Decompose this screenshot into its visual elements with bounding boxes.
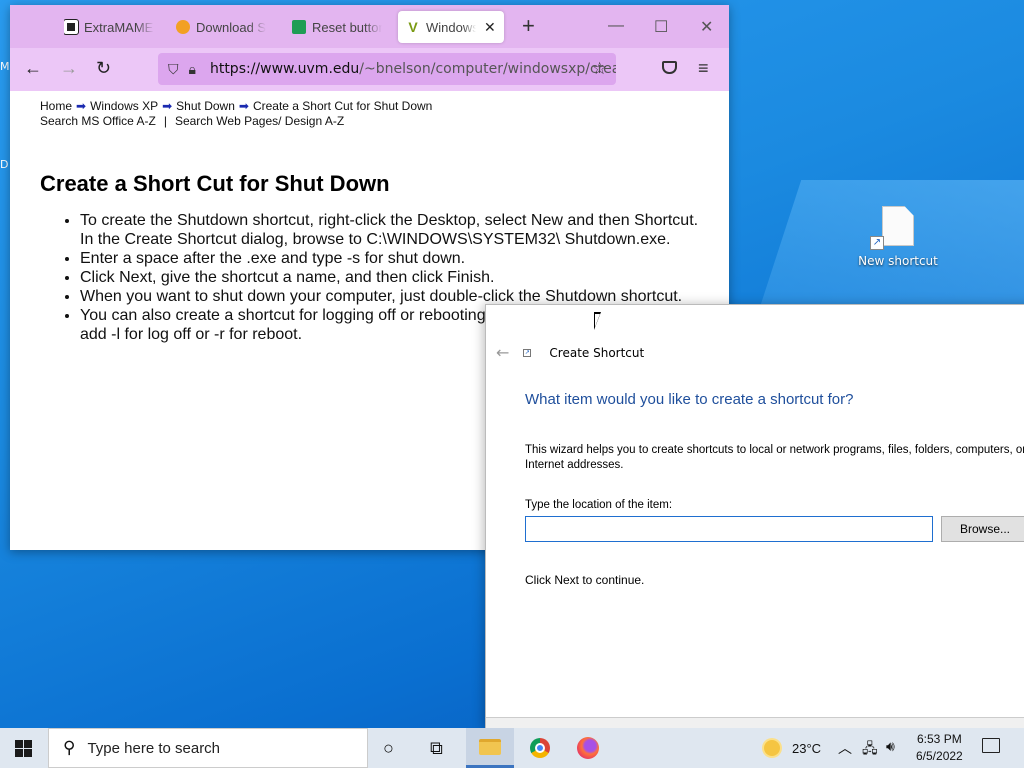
maximize-button[interactable]: ☐ [654,17,668,37]
hamburger-menu-icon[interactable]: ≡ [698,58,709,79]
create-shortcut-dialog: ← ↗ Create Shortcut What item would you … [485,304,1024,729]
chrome-icon [530,738,550,758]
weather-widget[interactable]: 23°C [764,728,821,768]
new-tab-button[interactable]: + [522,15,535,37]
extramame-favicon-icon [64,19,79,35]
list-item: Enter a space after the .exe and type -s… [80,249,699,268]
lock-icon[interactable]: 🔒︎ [189,61,196,78]
back-arrow-icon[interactable]: ← [496,343,509,362]
next-hint: Click Next to continue. [525,573,645,587]
search-icon: ⚲ [63,738,76,757]
weather-sun-icon [764,740,780,756]
network-icon[interactable]: 🖧︎ [862,738,878,762]
cortana-icon[interactable]: ○ [383,738,394,759]
shortcut-file-icon [882,206,914,246]
desktop-icon-label-partial: D [0,158,9,171]
url-host: https://www.uvm.edu [209,61,360,77]
tab-reset-button[interactable]: Reset button [292,11,382,43]
location-label: Type the location of the item: [525,499,673,511]
tab-label: ExtraMAME 2 [84,19,154,35]
dialog-title: Create Shortcut [549,345,645,360]
shortcut-wizard-icon: ↗ [523,348,532,357]
url-bar[interactable]: ⛉ 🔒︎ https://www.uvm.edu/~bnelson/comput… [158,53,616,85]
bookmark-star-icon[interactable]: ☆ [592,59,607,79]
taskbar-search[interactable]: ⚲ Type here to search [48,728,368,768]
nav-bar: ← → ↻ ⛉ 🔒︎ https://www.uvm.edu/~bnelson/… [10,48,729,91]
arrow-right-icon: ➡ [76,99,87,113]
list-item: Click Next, give the shortcut a name, an… [80,268,699,287]
desktop-icon-label-partial: M [0,60,10,73]
tab-extramame[interactable]: ExtraMAME 2 [64,11,154,43]
back-button[interactable]: ← [24,58,42,79]
folder-icon [479,738,501,755]
download-favicon-icon [176,20,190,34]
firefox-icon [577,737,599,759]
clock-date: 6/5/2022 [916,749,963,763]
chrome-button[interactable] [516,728,564,768]
mouse-cursor-icon [594,312,601,330]
pocket-icon[interactable] [662,61,677,74]
close-window-button[interactable]: ✕ [700,17,713,37]
firefox-button[interactable] [564,728,612,768]
dialog-description: This wizard helps you to create shortcut… [525,444,1024,471]
link-search-web-pages[interactable]: Search Web Pages/ Design A-Z [175,114,344,128]
url-path: /~bnelson/computer/windowsxp/creat [359,61,616,77]
task-view-icon[interactable]: ⧉ [430,738,443,759]
list-item: To create the Shutdown shortcut, right-c… [80,211,699,249]
shield-icon[interactable]: ⛉ [168,61,179,78]
breadcrumb-home[interactable]: Home [40,99,72,113]
clock-time: 6:53 PM [917,732,962,746]
tab-label: Download Sc [196,19,266,35]
dialog-question: What item would you like to create a sho… [525,391,854,408]
taskbar: ⚲ Type here to search ○ ⧉ 23°C ︿ 🖧︎ 🔊︎ 6… [0,728,1024,768]
file-explorer-button[interactable] [466,728,514,768]
breadcrumb-windows-xp[interactable]: Windows XP [90,99,158,113]
location-input[interactable] [525,516,933,542]
tab-bar: ExtraMAME 2 Download Sc Reset button V W… [10,5,729,48]
reload-button[interactable]: ↻ [96,58,111,79]
link-separator: | [163,114,167,128]
chevron-up-icon[interactable]: ︿ [838,738,852,758]
temperature: 23°C [792,740,822,756]
dialog-header: ← ↗ Create Shortcut [496,343,644,362]
shortcut-arrow-icon: ↗ [870,236,884,250]
url-text[interactable]: https://www.uvm.edu/~bnelson/computer/wi… [210,61,616,77]
minimize-button[interactable]: — [608,17,624,35]
notification-icon[interactable] [982,738,1000,753]
breadcrumb: Home ➡ Windows XP ➡ Shut Down ➡ Create a Short… [40,99,699,129]
tab-windows-xp[interactable]: V Windows X ✕ [398,11,504,43]
close-tab-icon[interactable]: ✕ [484,19,496,36]
browse-button[interactable]: Browse... [941,516,1024,542]
tab-download[interactable]: Download Sc [176,11,266,43]
breadcrumb-current: Create a Short Cut for Shut Down [252,99,433,113]
volume-icon[interactable]: 🔊︎ [886,738,895,755]
desktop-icon-new-shortcut[interactable]: ↗ New shortcut [858,206,938,268]
start-button[interactable] [15,740,32,757]
page-title: Create a Short Cut for Shut Down [40,171,390,196]
clock[interactable]: 6:53 PM 6/5/2022 [916,731,963,765]
windows-favicon-icon: V [408,19,418,35]
arrow-right-icon: ➡ [162,99,173,113]
forward-button[interactable]: → [60,58,78,79]
search-placeholder: Type here to search [87,739,221,757]
reset-favicon-icon [292,20,306,34]
arrow-right-icon: ➡ [238,99,249,113]
breadcrumb-shut-down[interactable]: Shut Down [176,99,235,113]
link-search-ms-office[interactable]: Search MS Office A-Z [40,114,156,128]
tab-label: Windows X [426,19,476,35]
tab-label: Reset button [312,19,382,35]
desktop-icon-label: New shortcut [858,254,938,268]
